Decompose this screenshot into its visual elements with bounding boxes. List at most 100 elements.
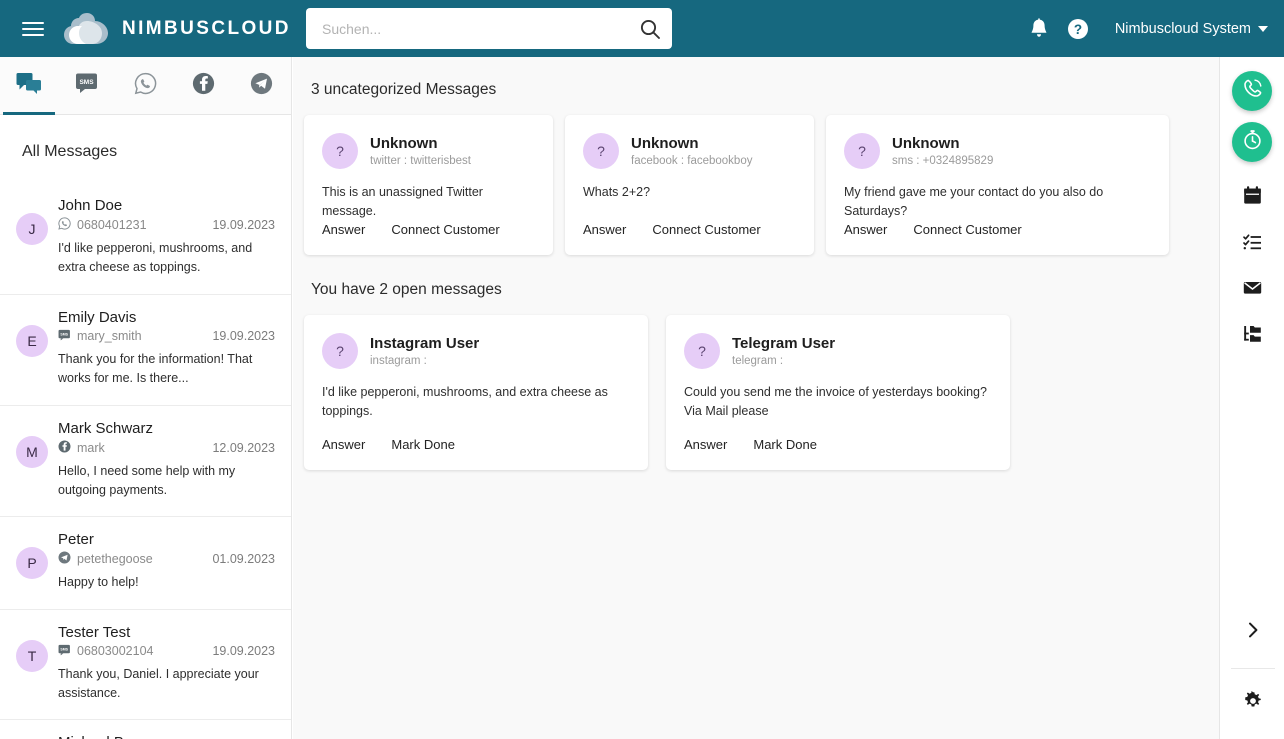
- svg-text:SMS: SMS: [80, 79, 95, 86]
- right-toolbar-bottom: [1220, 612, 1284, 739]
- card-subtitle: facebook : facebookboy: [631, 154, 753, 167]
- card-title: Unknown: [370, 135, 438, 153]
- bell-icon[interactable]: [1029, 18, 1049, 39]
- open-message-card[interactable]: ? Instagram User instagram : I'd like pe…: [304, 315, 648, 470]
- uncategorized-title: 3 uncategorized Messages: [311, 81, 497, 98]
- header-actions: ? Nimbuscloud System: [1029, 0, 1268, 57]
- message-date: 19.09.2023: [212, 644, 275, 659]
- tab-whatsapp[interactable]: [116, 57, 174, 115]
- search-input[interactable]: [306, 20, 628, 37]
- question-circle-icon[interactable]: ?: [1067, 18, 1089, 40]
- uncategorized-cards: ? Unknown twitter : twitterisbest This i…: [304, 115, 1219, 255]
- task-list-icon: [1242, 231, 1263, 257]
- avatar: ?: [684, 333, 720, 369]
- calendar-button[interactable]: [1232, 178, 1272, 218]
- uncategorized-card[interactable]: ? Unknown twitter : twitterisbest This i…: [304, 115, 553, 255]
- contact-name: Tester Test: [58, 623, 131, 641]
- telegram-icon: [250, 72, 273, 100]
- telegram-icon: [58, 551, 71, 567]
- open-messages-title: You have 2 open messages: [311, 281, 502, 298]
- connect-customer-button[interactable]: Connect Customer: [391, 222, 499, 237]
- hamburger-line: [22, 27, 44, 30]
- tab-sms[interactable]: SMS: [58, 57, 116, 115]
- contact-handle: petethegoose: [58, 551, 153, 567]
- avatar: ?: [322, 333, 358, 369]
- answer-button[interactable]: Answer: [583, 222, 626, 237]
- channel-tabs: SMS: [0, 57, 291, 115]
- hamburger-icon[interactable]: [20, 19, 46, 39]
- expand-panel-button[interactable]: [1233, 612, 1273, 652]
- phone-call-button[interactable]: [1232, 71, 1272, 111]
- contact-handle-text: mary_smith: [77, 329, 142, 344]
- list-item[interactable]: M Michael Brown michael 19.09.2023: [0, 720, 291, 739]
- list-item[interactable]: J John Doe 0680401231 19.09.2023 I'd lik…: [0, 183, 291, 295]
- sms-icon: SMS: [58, 329, 71, 344]
- connect-customer-button[interactable]: Connect Customer: [913, 222, 1021, 237]
- whatsapp-icon: [134, 72, 157, 100]
- card-message-text: Could you send me the invoice of yesterd…: [684, 385, 987, 418]
- message-date: 01.09.2023: [212, 552, 275, 567]
- user-menu[interactable]: Nimbuscloud System: [1115, 21, 1268, 37]
- tab-all-messages[interactable]: [0, 57, 58, 115]
- contact-name: Mark Schwarz: [58, 419, 154, 437]
- chevron-down-icon: [1258, 25, 1268, 32]
- contact-handle-text: 0680401231: [77, 218, 147, 232]
- brand-logo[interactable]: NIMBUSCLOUD: [62, 12, 291, 46]
- tab-facebook[interactable]: [175, 57, 233, 115]
- card-title: Telegram User: [732, 335, 836, 353]
- message-date: 12.09.2023: [212, 440, 275, 455]
- folder-tree-icon: [1242, 323, 1263, 349]
- avatar: T: [16, 639, 48, 672]
- contact-handle-text: mark: [77, 440, 105, 455]
- contact-handle-text: petethegoose: [77, 552, 153, 567]
- envelope-icon: [1242, 277, 1263, 303]
- stopwatch-icon: [1242, 129, 1263, 155]
- card-subtitle: instagram :: [370, 354, 427, 367]
- files-button[interactable]: [1232, 316, 1272, 356]
- search-icon[interactable]: [628, 8, 672, 49]
- uncategorized-card[interactable]: ? Unknown facebook : facebookboy Whats 2…: [565, 115, 814, 255]
- svg-text:SMS: SMS: [60, 647, 68, 651]
- tab-telegram[interactable]: [233, 57, 291, 115]
- cloud-logo-icon: [62, 12, 110, 46]
- settings-button[interactable]: [1233, 683, 1273, 723]
- answer-button[interactable]: Answer: [844, 222, 887, 237]
- avatar: J: [16, 213, 48, 245]
- card-title: Instagram User: [370, 335, 480, 353]
- message-list-title: All Messages: [22, 143, 118, 160]
- answer-button[interactable]: Answer: [322, 222, 365, 237]
- list-item[interactable]: P Peter petethegoose 01.09.2023 Happy to…: [0, 517, 291, 610]
- contact-name: John Doe: [58, 197, 123, 214]
- uncategorized-card[interactable]: ? Unknown sms : +0324895829 My friend ga…: [826, 115, 1169, 255]
- list-item[interactable]: M Mark Schwarz mark 12.09.2023 Hello, I …: [0, 406, 291, 518]
- list-item[interactable]: T Tester Test SMS 06803002104 19.09.2023: [0, 610, 291, 721]
- answer-button[interactable]: Answer: [684, 437, 727, 452]
- search-bar[interactable]: [306, 8, 672, 49]
- facebook-icon: [192, 72, 215, 100]
- hamburger-line: [22, 33, 44, 36]
- open-message-card[interactable]: ? Telegram User telegram : Could you sen…: [666, 315, 1010, 470]
- list-item[interactable]: E Emily Davis SMS mary_smith 19.09.2023 …: [0, 295, 291, 406]
- card-message-text: Whats 2+2?: [583, 185, 651, 199]
- mail-button[interactable]: [1232, 270, 1272, 310]
- message-preview: I'd like pepperoni, mushrooms, and extra…: [58, 241, 253, 275]
- contact-name: Emily Davis: [58, 308, 137, 326]
- contact-handle: 0680401231: [58, 217, 147, 233]
- tasks-button[interactable]: [1232, 224, 1272, 264]
- card-subtitle: sms : +0324895829: [892, 154, 994, 167]
- facebook-icon: [58, 440, 71, 456]
- message-preview: Thank you, Daniel. I appreciate your ass…: [58, 666, 259, 700]
- message-date: 19.09.2023: [212, 218, 275, 232]
- tab-active-indicator: [3, 111, 56, 115]
- svg-text:SMS: SMS: [60, 332, 68, 336]
- right-toolbar: [1219, 57, 1284, 739]
- timer-button[interactable]: [1232, 122, 1272, 162]
- mark-done-button[interactable]: Mark Done: [391, 437, 455, 452]
- message-preview: Thank you for the information! That work…: [58, 351, 253, 386]
- brand-name: NIMBUSCLOUD: [122, 17, 291, 39]
- connect-customer-button[interactable]: Connect Customer: [652, 222, 760, 237]
- mark-done-button[interactable]: Mark Done: [753, 437, 817, 452]
- chat-bubbles-icon: [16, 72, 42, 99]
- avatar: E: [16, 324, 48, 357]
- answer-button[interactable]: Answer: [322, 437, 365, 452]
